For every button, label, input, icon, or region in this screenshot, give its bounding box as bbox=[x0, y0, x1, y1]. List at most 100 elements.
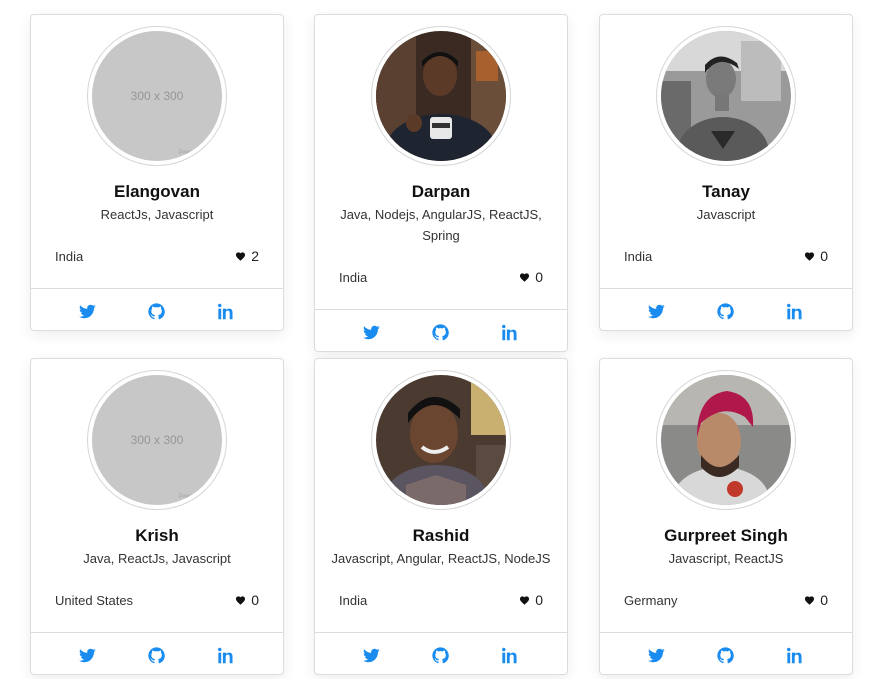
heart-icon bbox=[236, 252, 246, 261]
linkedin-link[interactable] bbox=[783, 643, 807, 667]
twitter-icon bbox=[648, 648, 665, 662]
github-icon bbox=[148, 646, 166, 663]
avatar bbox=[376, 31, 506, 161]
heart-icon bbox=[520, 596, 530, 605]
profile-country: India bbox=[55, 248, 84, 264]
social-links bbox=[31, 633, 283, 674]
avatar: 300 x 300 Powered by bbox=[92, 31, 222, 161]
profile-meta: Germany 0 bbox=[600, 590, 852, 610]
profile-skills: ReactJs, Javascript bbox=[100, 207, 214, 222]
profile-skills: Java, ReactJs, Javascript bbox=[83, 551, 231, 566]
social-links bbox=[600, 289, 852, 330]
like-count: 0 bbox=[535, 269, 543, 285]
like-count: 0 bbox=[251, 592, 259, 608]
github-icon bbox=[432, 646, 450, 663]
heart-icon bbox=[236, 596, 246, 605]
like-count: 0 bbox=[535, 592, 543, 608]
profile-card: Tanay Javascript India 0 bbox=[599, 14, 853, 331]
profile-skills: Javascript, ReactJS bbox=[668, 551, 784, 566]
profile-country: India bbox=[339, 592, 368, 608]
like-count: 0 bbox=[820, 592, 828, 608]
avatar-placeholder-text: 300 x 300 bbox=[130, 433, 184, 447]
github-link[interactable] bbox=[714, 299, 738, 323]
linkedin-icon bbox=[786, 303, 802, 319]
profile-card: 300 x 300 Powered by Krish Java, ReactJs… bbox=[30, 358, 284, 675]
linkedin-link[interactable] bbox=[498, 643, 522, 667]
avatar-frame: 300 x 300 Powered by bbox=[87, 370, 227, 510]
linkedin-icon bbox=[786, 647, 802, 663]
profile-name: Darpan bbox=[411, 182, 471, 201]
linkedin-icon bbox=[217, 647, 233, 663]
profile-skills: Java, Nodejs, AngularJS, ReactJS, Spring bbox=[340, 207, 542, 243]
avatar-placeholder-subtext: Powered by bbox=[178, 494, 210, 500]
profile-name: Elangovan bbox=[114, 182, 200, 201]
github-icon bbox=[432, 323, 450, 340]
profile-name: Gurpreet Singh bbox=[664, 526, 788, 545]
like-counter[interactable]: 0 bbox=[519, 269, 543, 285]
twitter-link[interactable] bbox=[76, 299, 100, 323]
profile-meta: India 0 bbox=[315, 267, 567, 287]
twitter-link[interactable] bbox=[360, 643, 384, 667]
avatar-frame bbox=[371, 26, 511, 166]
twitter-icon bbox=[363, 325, 380, 339]
profile-card: Darpan Java, Nodejs, AngularJS, ReactJS,… bbox=[314, 14, 568, 352]
profile-skills: Javascript bbox=[696, 207, 756, 222]
twitter-icon bbox=[79, 648, 96, 662]
like-counter[interactable]: 0 bbox=[804, 248, 828, 264]
avatar bbox=[661, 375, 791, 505]
avatar-frame bbox=[656, 26, 796, 166]
like-count: 2 bbox=[251, 248, 259, 264]
twitter-link[interactable] bbox=[76, 643, 100, 667]
linkedin-icon bbox=[501, 647, 517, 663]
avatar-placeholder-subtext: Powered by bbox=[178, 150, 210, 156]
profile-country: United States bbox=[55, 592, 134, 608]
twitter-icon bbox=[648, 304, 665, 318]
profile-name: Rashid bbox=[412, 526, 470, 545]
avatar-photo bbox=[376, 31, 506, 161]
linkedin-icon bbox=[217, 303, 233, 319]
linkedin-link[interactable] bbox=[214, 299, 238, 323]
like-counter[interactable]: 0 bbox=[804, 592, 828, 608]
avatar-placeholder-text: 300 x 300 bbox=[130, 89, 184, 103]
profile-card: Gurpreet Singh Javascript, ReactJS Germa… bbox=[599, 358, 853, 675]
profile-name: Krish bbox=[135, 526, 179, 545]
profile-country: India bbox=[624, 248, 653, 264]
github-link[interactable] bbox=[145, 643, 169, 667]
profile-meta: India 2 bbox=[31, 246, 283, 266]
social-links bbox=[600, 633, 852, 674]
profile-skills: Javascript, Angular, ReactJS, NodeJS bbox=[331, 551, 551, 566]
social-links bbox=[31, 289, 283, 330]
twitter-link[interactable] bbox=[645, 299, 669, 323]
twitter-link[interactable] bbox=[645, 643, 669, 667]
heart-icon bbox=[805, 252, 815, 261]
profile-country: India bbox=[339, 269, 368, 285]
avatar-frame bbox=[371, 370, 511, 510]
twitter-link[interactable] bbox=[360, 320, 384, 344]
avatar bbox=[376, 375, 506, 505]
twitter-icon bbox=[363, 648, 380, 662]
avatar-photo bbox=[661, 31, 791, 161]
github-link[interactable] bbox=[714, 643, 738, 667]
heart-icon bbox=[805, 596, 815, 605]
profile-meta: India 0 bbox=[600, 246, 852, 266]
github-link[interactable] bbox=[429, 320, 453, 344]
linkedin-link[interactable] bbox=[214, 643, 238, 667]
github-icon bbox=[717, 302, 735, 319]
avatar-frame bbox=[656, 370, 796, 510]
avatar-frame: 300 x 300 Powered by bbox=[87, 26, 227, 166]
like-counter[interactable]: 0 bbox=[235, 592, 259, 608]
like-counter[interactable]: 2 bbox=[235, 248, 259, 264]
profile-card: 300 x 300 Powered by Elangovan ReactJs, … bbox=[30, 14, 284, 331]
profile-name: Tanay bbox=[702, 182, 750, 201]
github-link[interactable] bbox=[145, 299, 169, 323]
like-count: 0 bbox=[820, 248, 828, 264]
profile-meta: United States 0 bbox=[31, 590, 283, 610]
linkedin-link[interactable] bbox=[783, 299, 807, 323]
github-icon bbox=[148, 302, 166, 319]
avatar bbox=[661, 31, 791, 161]
like-counter[interactable]: 0 bbox=[519, 592, 543, 608]
github-link[interactable] bbox=[429, 643, 453, 667]
linkedin-link[interactable] bbox=[498, 320, 522, 344]
avatar-photo bbox=[661, 375, 791, 505]
profile-card: Rashid Javascript, Angular, ReactJS, Nod… bbox=[314, 358, 568, 675]
